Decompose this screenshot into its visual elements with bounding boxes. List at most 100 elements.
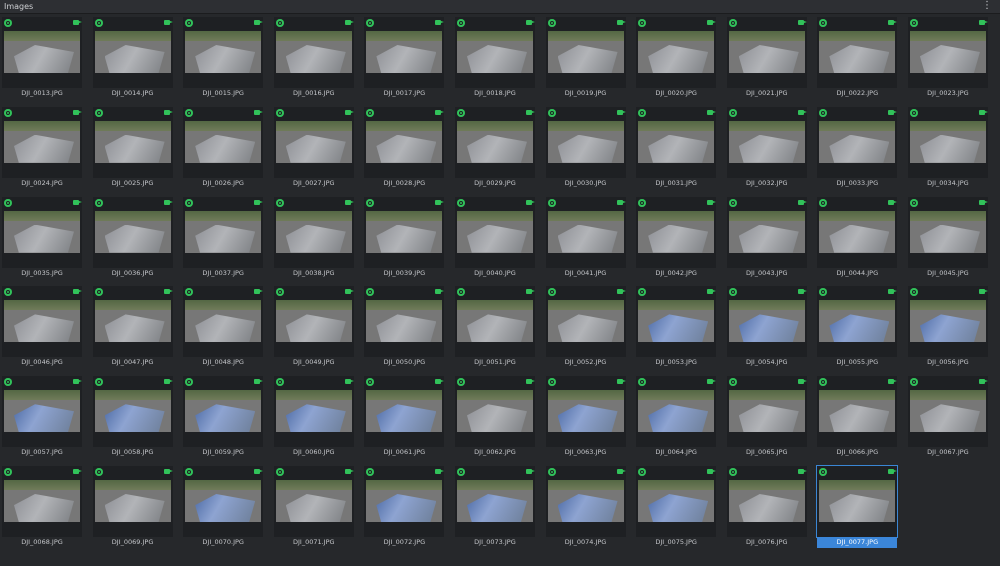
image-preview	[909, 390, 986, 433]
image-thumbnail[interactable]: DJI_0057.JPG	[2, 376, 82, 459]
image-thumbnail[interactable]: DJI_0056.JPG	[907, 286, 988, 369]
image-thumbnail[interactable]: DJI_0038.JPG	[273, 196, 354, 279]
gear-icon	[185, 378, 194, 387]
image-thumbnail[interactable]: DJI_0047.JPG	[92, 286, 173, 369]
more-vertical-icon[interactable]: ⋮	[982, 0, 992, 12]
image-filename: DJI_0070.JPG	[202, 537, 244, 546]
image-thumbnail[interactable]: DJI_0071.JPG	[273, 465, 354, 548]
image-thumbnail[interactable]: DJI_0034.JPG	[907, 106, 988, 189]
thumbnail-card	[817, 376, 898, 448]
image-thumbnail[interactable]: DJI_0040.JPG	[454, 196, 535, 279]
image-thumbnail[interactable]: DJI_0033.JPG	[817, 106, 898, 189]
image-thumbnail[interactable]: DJI_0063.JPG	[545, 376, 626, 459]
gear-icon	[547, 198, 556, 207]
image-thumbnail[interactable]: DJI_0059.JPG	[183, 376, 264, 459]
image-thumbnail[interactable]: DJI_0016.JPG	[273, 17, 354, 99]
image-thumbnail[interactable]: DJI_0036.JPG	[92, 196, 173, 279]
video-camera-icon	[525, 379, 535, 385]
image-preview	[456, 300, 533, 343]
gear-icon	[4, 19, 12, 27]
image-thumbnail[interactable]: DJI_0074.JPG	[545, 465, 626, 548]
image-thumbnail[interactable]: DJI_0067.JPG	[907, 376, 988, 459]
video-camera-icon	[163, 468, 173, 474]
image-thumbnail[interactable]: DJI_0029.JPG	[454, 106, 535, 189]
image-filename: DJI_0023.JPG	[927, 89, 969, 97]
image-thumbnail[interactable]: DJI_0026.JPG	[183, 106, 264, 189]
image-thumbnail[interactable]: DJI_0075.JPG	[636, 465, 717, 548]
image-preview	[275, 120, 352, 163]
image-filename: DJI_0068.JPG	[21, 537, 63, 546]
image-filename: DJI_0033.JPG	[836, 178, 879, 187]
image-thumbnail[interactable]: DJI_0042.JPG	[636, 196, 717, 279]
image-thumbnail[interactable]: DJI_0077.JPG	[817, 465, 898, 548]
image-thumbnail[interactable]: DJI_0043.JPG	[726, 196, 807, 279]
image-thumbnail[interactable]: DJI_0021.JPG	[726, 17, 807, 99]
image-grid: DJI_0013.JPG DJI_0014.JPG DJI_0015.JPG DJI_…	[2, 17, 988, 548]
image-thumbnail[interactable]: DJI_0061.JPG	[364, 376, 445, 459]
image-preview	[728, 479, 805, 522]
image-thumbnail[interactable]: DJI_0013.JPG	[2, 17, 82, 99]
image-thumbnail[interactable]: DJI_0027.JPG	[273, 106, 354, 189]
image-thumbnail[interactable]: DJI_0049.JPG	[273, 286, 354, 369]
image-filename: DJI_0019.JPG	[564, 89, 607, 97]
image-thumbnail[interactable]: DJI_0024.JPG	[2, 106, 82, 189]
image-thumbnail[interactable]: DJI_0052.JPG	[545, 286, 626, 369]
image-thumbnail[interactable]: DJI_0030.JPG	[545, 106, 626, 189]
image-thumbnail[interactable]: DJI_0031.JPG	[636, 106, 717, 189]
image-thumbnail[interactable]: DJI_0035.JPG	[2, 196, 82, 279]
image-thumbnail[interactable]: DJI_0039.JPG	[364, 196, 445, 279]
image-thumbnail[interactable]: DJI_0037.JPG	[183, 196, 264, 279]
image-thumbnail[interactable]: DJI_0025.JPG	[92, 106, 173, 189]
image-filename: DJI_0069.JPG	[111, 537, 154, 546]
video-camera-icon	[978, 289, 988, 295]
gear-icon	[185, 198, 194, 207]
gear-icon	[638, 198, 647, 207]
image-thumbnail[interactable]: DJI_0017.JPG	[364, 17, 445, 99]
image-thumbnail[interactable]: DJI_0041.JPG	[545, 196, 626, 279]
image-thumbnail[interactable]: DJI_0054.JPG	[726, 286, 807, 369]
image-thumbnail[interactable]: DJI_0058.JPG	[92, 376, 173, 459]
image-thumbnail[interactable]: DJI_0014.JPG	[92, 17, 173, 99]
gear-icon	[185, 108, 194, 117]
video-camera-icon	[344, 468, 354, 474]
image-thumbnail[interactable]: DJI_0055.JPG	[817, 286, 898, 369]
video-camera-icon	[616, 468, 626, 474]
image-thumbnail[interactable]: DJI_0018.JPG	[454, 17, 535, 99]
image-thumbnail[interactable]: DJI_0069.JPG	[92, 465, 173, 548]
image-thumbnail[interactable]: DJI_0019.JPG	[545, 17, 626, 99]
gear-icon	[819, 467, 828, 476]
image-thumbnail[interactable]: DJI_0028.JPG	[364, 106, 445, 189]
image-thumbnail[interactable]: DJI_0051.JPG	[454, 286, 535, 369]
image-thumbnail[interactable]: DJI_0023.JPG	[907, 17, 988, 99]
image-thumbnail[interactable]: DJI_0045.JPG	[907, 196, 988, 279]
image-thumbnail[interactable]: DJI_0050.JPG	[364, 286, 445, 369]
thumbnail-card	[454, 286, 535, 358]
image-thumbnail[interactable]: DJI_0048.JPG	[183, 286, 264, 369]
image-thumbnail[interactable]: DJI_0062.JPG	[454, 376, 535, 459]
image-thumbnail[interactable]: DJI_0022.JPG	[817, 17, 898, 99]
thumbnail-card	[364, 376, 445, 448]
image-preview	[366, 210, 443, 253]
image-thumbnail[interactable]: DJI_0070.JPG	[183, 465, 264, 548]
image-thumbnail[interactable]: DJI_0076.JPG	[726, 465, 807, 548]
image-thumbnail[interactable]: DJI_0072.JPG	[364, 465, 445, 548]
video-camera-icon	[797, 289, 807, 295]
image-preview	[366, 390, 443, 433]
image-thumbnail[interactable]: DJI_0066.JPG	[817, 376, 898, 459]
image-thumbnail[interactable]: DJI_0073.JPG	[454, 465, 535, 548]
image-preview	[728, 120, 805, 163]
image-preview	[819, 31, 896, 73]
gear-icon	[909, 108, 918, 117]
image-thumbnail[interactable]: DJI_0044.JPG	[817, 196, 898, 279]
image-thumbnail[interactable]: DJI_0015.JPG	[183, 17, 264, 99]
image-thumbnail[interactable]: DJI_0068.JPG	[2, 465, 82, 548]
image-thumbnail[interactable]: DJI_0065.JPG	[726, 376, 807, 459]
image-thumbnail[interactable]: DJI_0020.JPG	[636, 17, 717, 99]
image-thumbnail[interactable]: DJI_0064.JPG	[636, 376, 717, 459]
gear-icon	[456, 378, 465, 387]
image-thumbnail[interactable]: DJI_0032.JPG	[726, 106, 807, 189]
image-filename: DJI_0029.JPG	[474, 178, 516, 187]
image-thumbnail[interactable]: DJI_0053.JPG	[636, 286, 717, 369]
image-thumbnail[interactable]: DJI_0046.JPG	[2, 286, 82, 369]
image-thumbnail[interactable]: DJI_0060.JPG	[273, 376, 354, 459]
